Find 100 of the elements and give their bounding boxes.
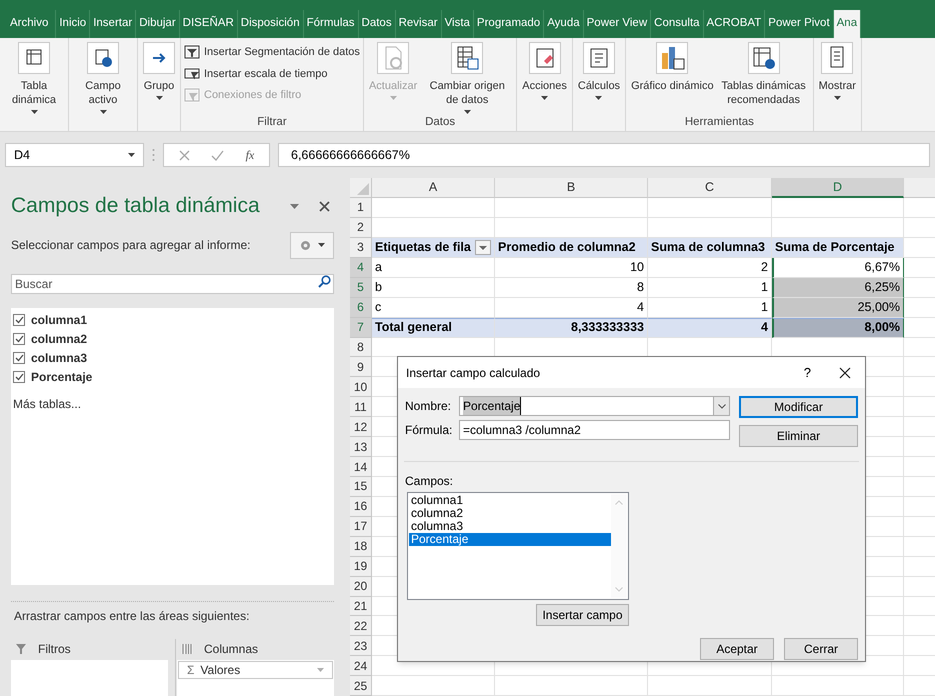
row-header[interactable]: 12 xyxy=(350,417,372,438)
check-icon xyxy=(14,334,24,342)
caret-icon xyxy=(317,668,324,672)
cell-text: Etiquetas de fila xyxy=(375,238,471,256)
filter-icon xyxy=(184,44,200,60)
settings-button[interactable] xyxy=(290,232,334,258)
ribbon-button[interactable]: Gráfico dinámico xyxy=(629,42,716,93)
filter-icon xyxy=(184,87,200,104)
checkbox[interactable] xyxy=(13,314,25,326)
checkbox[interactable] xyxy=(13,352,25,364)
field-label[interactable]: columna2 xyxy=(31,330,88,348)
list-item[interactable]: columna3 xyxy=(409,520,611,533)
row-header[interactable]: 17 xyxy=(350,516,372,537)
row-header[interactable]: 25 xyxy=(350,676,372,696)
row-header[interactable]: 21 xyxy=(350,596,372,616)
close-icon[interactable] xyxy=(839,366,851,378)
row-header[interactable]: 8 xyxy=(350,338,372,358)
column-header[interactable]: A xyxy=(372,178,495,198)
row-header[interactable]: 2 xyxy=(350,218,372,238)
row-header[interactable]: 10 xyxy=(350,377,372,398)
name-combo-box[interactable]: Porcentaje xyxy=(459,396,730,416)
sigma-icon: Σ xyxy=(187,661,194,679)
row-header[interactable]: 22 xyxy=(350,616,372,636)
insert-function-button[interactable]: fx xyxy=(246,146,254,164)
formula-field[interactable]: =columna3 /columna2 xyxy=(459,420,730,440)
row-header[interactable]: 23 xyxy=(350,636,372,656)
row-header[interactable]: 14 xyxy=(350,457,372,477)
row-header[interactable]: 7 xyxy=(350,318,372,338)
ribbon-button[interactable]: Campo activo xyxy=(72,42,134,114)
table-cell: 1 xyxy=(648,298,772,318)
check-icon xyxy=(14,372,24,380)
row-header[interactable]: 20 xyxy=(350,576,372,597)
dialog-button[interactable]: Insertar campo xyxy=(536,604,629,626)
chevron-down-icon xyxy=(615,587,623,592)
panel-title: Campos de tabla dinámica xyxy=(11,193,260,220)
table-cell: 25,00% xyxy=(772,298,904,318)
row-header[interactable]: 4 xyxy=(350,258,372,278)
dialog-button[interactable]: Aceptar xyxy=(700,638,774,660)
dialog-button[interactable]: Eliminar xyxy=(739,425,858,447)
ribbon-button[interactable]: Insertar escala de tiempo xyxy=(184,66,360,82)
filter-dropdown-icon[interactable] xyxy=(474,240,491,255)
row-header[interactable]: 9 xyxy=(350,357,372,378)
ribbon-tab[interactable]: Ana xyxy=(834,10,862,38)
ribbon-button[interactable]: Acciones xyxy=(520,42,569,100)
row-header[interactable]: 5 xyxy=(350,278,372,298)
field-label[interactable]: columna3 xyxy=(31,348,88,366)
table-cell: 4 xyxy=(495,298,648,318)
table-cell: Total general xyxy=(372,318,495,338)
ribbon-button[interactable]: Tabla dinámica xyxy=(3,42,65,114)
row-header[interactable]: 19 xyxy=(350,556,372,577)
ribbon-button[interactable]: Tablas dinámicas recomendadas xyxy=(718,42,810,107)
list-item[interactable]: Porcentaje xyxy=(409,533,611,546)
table-cell: 8,00% xyxy=(772,318,904,338)
dialog-button[interactable]: Cerrar xyxy=(784,638,858,660)
table-cell: 10 xyxy=(495,258,648,278)
table-cell: 2 xyxy=(648,258,772,278)
ribbon-button[interactable]: Insertar Segmentación de datos xyxy=(184,44,360,60)
row-header[interactable]: 18 xyxy=(350,536,372,557)
row-header[interactable]: 15 xyxy=(350,476,372,497)
table-cell: c xyxy=(372,298,495,318)
checkbox[interactable] xyxy=(13,370,25,382)
field-label[interactable]: Porcentaje xyxy=(31,368,92,386)
table-cell: 6,67% xyxy=(772,258,904,278)
dialog-button[interactable]: Modificar xyxy=(739,396,858,418)
row-header[interactable]: 16 xyxy=(350,496,372,517)
formula-input[interactable]: 6,66666666666667% xyxy=(278,143,930,167)
list-item[interactable]: columna2 xyxy=(409,507,611,520)
name-box[interactable]: D4 xyxy=(5,143,144,167)
more-tables-link[interactable]: Más tablas... xyxy=(11,395,82,413)
ribbon-button[interactable]: Grupo xyxy=(141,42,177,100)
close-icon[interactable] xyxy=(319,200,330,212)
table-cell: 1 xyxy=(648,278,772,298)
caret-icon xyxy=(100,110,106,114)
checkbox[interactable] xyxy=(13,332,25,344)
row-header[interactable]: 3 xyxy=(350,238,372,258)
filter-icon xyxy=(184,66,200,82)
list-item[interactable]: columna1 xyxy=(409,494,611,507)
row-header[interactable]: 1 xyxy=(350,198,372,218)
ribbon-button[interactable]: Mostrar xyxy=(816,42,858,100)
caret-icon xyxy=(464,110,471,114)
settings-icon xyxy=(299,238,312,252)
field-label[interactable]: columna1 xyxy=(31,310,88,328)
column-header[interactable]: D xyxy=(772,178,904,198)
row-header[interactable]: 24 xyxy=(350,656,372,676)
caret-icon xyxy=(834,96,841,100)
check-icon[interactable] xyxy=(211,150,224,160)
row-header[interactable]: 13 xyxy=(350,437,372,458)
column-header[interactable]: C xyxy=(648,178,772,198)
row-header[interactable]: 6 xyxy=(350,298,372,318)
ribbon-button[interactable]: Cálculos xyxy=(576,42,622,100)
caret-icon xyxy=(541,96,548,100)
ribbon-button[interactable]: Cambiar origen de datos xyxy=(421,42,514,114)
row-header[interactable]: 11 xyxy=(350,397,372,418)
area-field-chip[interactable]: Σ Valores xyxy=(178,661,333,679)
columns-icon xyxy=(182,644,192,654)
column-header[interactable]: B xyxy=(495,178,648,198)
dropdown-icon[interactable] xyxy=(290,204,299,208)
scrollbar[interactable] xyxy=(611,494,627,598)
search-field[interactable]: Buscar xyxy=(11,274,334,294)
help-button[interactable]: ? xyxy=(804,362,811,382)
